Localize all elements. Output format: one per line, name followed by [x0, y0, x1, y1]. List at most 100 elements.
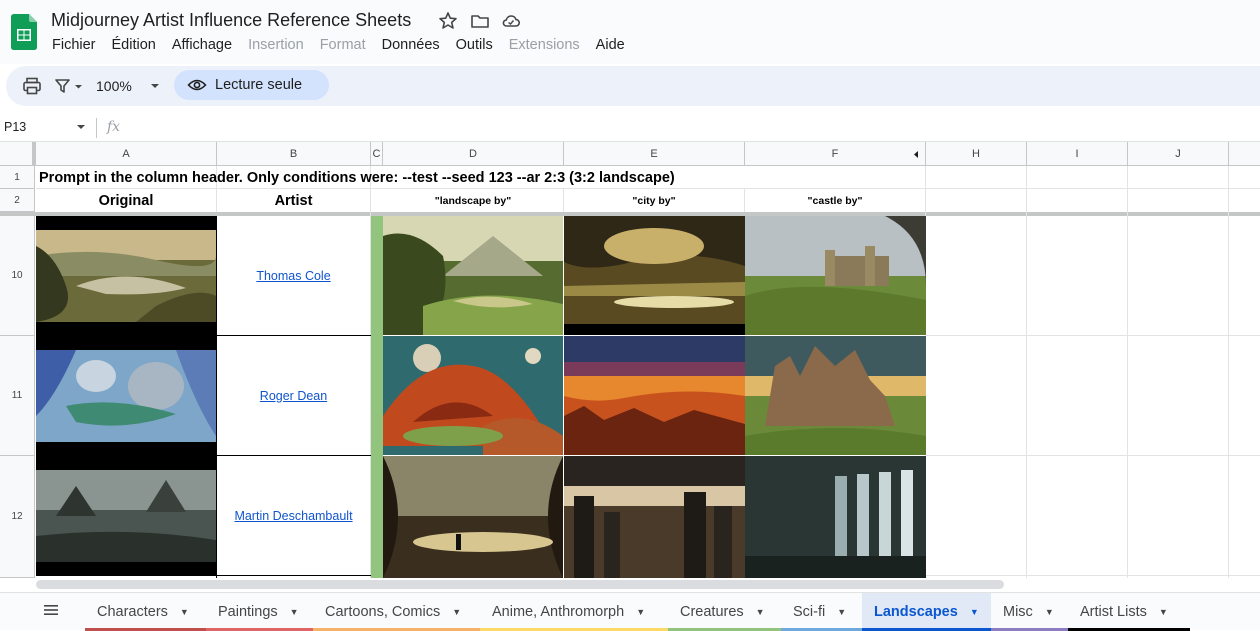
- chevron-down-icon[interactable]: ▼: [290, 607, 299, 617]
- chevron-down-icon: [150, 84, 159, 88]
- eye-icon: [187, 79, 207, 91]
- divider: [96, 118, 97, 138]
- castle-by-image[interactable]: [745, 336, 926, 455]
- header-original[interactable]: Original: [36, 189, 216, 212]
- column-header-f[interactable]: F: [745, 142, 926, 166]
- fx-icon: fx: [107, 119, 121, 135]
- column-header-k[interactable]: [1229, 142, 1260, 166]
- row-header-12[interactable]: 12: [0, 456, 35, 578]
- castle-by-image[interactable]: [745, 216, 926, 335]
- sheet-tab-label: Artist Lists: [1080, 604, 1147, 620]
- castle-by-image[interactable]: [745, 456, 926, 578]
- chevron-down-icon[interactable]: ▼: [452, 607, 461, 617]
- sheet-tab-sci-fi[interactable]: Sci-fi ▼: [781, 593, 862, 631]
- row-header-10[interactable]: 10: [0, 216, 35, 336]
- artist-cell: Martin Deschambault: [217, 456, 370, 575]
- header-castle-by[interactable]: "castle by": [745, 189, 925, 212]
- readonly-label: Lecture seule: [215, 77, 303, 93]
- column-header-c[interactable]: C: [371, 142, 383, 166]
- readonly-chip[interactable]: Lecture seule: [174, 70, 329, 100]
- spreadsheet-grid[interactable]: A B C D E F H I J 1 2 10 11 12 Prompt in…: [0, 142, 1260, 578]
- sheet-tab-paintings[interactable]: Paintings ▼: [206, 593, 313, 631]
- artist-link[interactable]: Martin Deschambault: [234, 509, 352, 523]
- zoom-select[interactable]: 100%: [96, 75, 162, 97]
- horizontal-scrollbar[interactable]: [36, 580, 1004, 589]
- header-artist[interactable]: Artist: [217, 189, 370, 212]
- cloud-saved-icon[interactable]: [501, 11, 521, 31]
- gridline: [926, 335, 1260, 336]
- original-artwork-image[interactable]: [36, 336, 216, 455]
- column-header-d[interactable]: D: [383, 142, 564, 166]
- sheet-tab-cartoons-comics[interactable]: Cartoons, Comics ▼: [313, 593, 480, 631]
- city-by-image[interactable]: [564, 216, 745, 335]
- cell-border: [36, 575, 371, 576]
- toolbar: 100% Lecture seule: [6, 66, 1260, 106]
- chevron-down-icon[interactable]: ▼: [970, 607, 979, 617]
- city-by-image[interactable]: [564, 336, 745, 455]
- sheet-tab-label: Paintings: [218, 604, 278, 620]
- menu-item-extensions[interactable]: Extensions: [509, 37, 580, 57]
- menu-item-format[interactable]: Format: [320, 37, 366, 57]
- document-title[interactable]: Midjourney Artist Influence Reference Sh…: [51, 10, 411, 31]
- sheet-tab-label: Anime, Anthromorph: [492, 604, 625, 620]
- row-header-2[interactable]: 2: [0, 189, 35, 212]
- name-box[interactable]: P13: [4, 120, 26, 134]
- column-header-b[interactable]: B: [217, 142, 371, 166]
- column-header-j[interactable]: J: [1128, 142, 1229, 166]
- formula-bar: P13 fx: [0, 114, 1260, 142]
- artist-cell: Roger Dean: [217, 336, 370, 455]
- column-header-h[interactable]: H: [926, 142, 1027, 166]
- menu-item-edition[interactable]: Édition: [112, 37, 156, 57]
- gridline: [1127, 166, 1128, 578]
- chevron-down-icon[interactable]: [76, 124, 86, 132]
- prompt-header-cell[interactable]: Prompt in the column header. Only condit…: [39, 166, 675, 189]
- sheet-tab-misc[interactable]: Misc ▼: [991, 593, 1068, 631]
- gridline: [926, 575, 1260, 576]
- artist-link[interactable]: Thomas Cole: [256, 269, 330, 283]
- original-artwork-image[interactable]: [36, 216, 216, 335]
- artist-link[interactable]: Roger Dean: [260, 389, 327, 403]
- sheet-tab-artist-lists[interactable]: Artist Lists ▼: [1068, 593, 1190, 631]
- chevron-down-icon[interactable]: ▼: [180, 607, 189, 617]
- chevron-down-icon[interactable]: ▼: [1159, 607, 1168, 617]
- sheets-logo-icon[interactable]: [11, 14, 37, 50]
- menu-item-donnees[interactable]: Données: [382, 37, 440, 57]
- sheet-tab-landscapes[interactable]: Landscapes ▼: [862, 593, 991, 631]
- menu-bar: Fichier Édition Affichage Insertion Format Do…: [52, 37, 641, 57]
- menu-item-outils[interactable]: Outils: [456, 37, 493, 57]
- sheet-tab-label: Sci-fi: [793, 604, 826, 620]
- row-header-11[interactable]: 11: [0, 336, 35, 456]
- print-icon[interactable]: [22, 76, 42, 96]
- column-header-e[interactable]: E: [564, 142, 745, 166]
- select-all-corner[interactable]: [0, 142, 35, 166]
- landscape-by-image[interactable]: [383, 456, 563, 578]
- sheet-tab-label: Creatures: [680, 604, 744, 620]
- sheet-tab-characters[interactable]: Characters ▼: [85, 593, 206, 631]
- folder-icon[interactable]: [470, 11, 490, 31]
- chevron-down-icon[interactable]: ▼: [636, 607, 645, 617]
- chevron-down-icon[interactable]: ▼: [837, 607, 846, 617]
- chevron-down-icon[interactable]: ▼: [756, 607, 765, 617]
- menu-item-aide[interactable]: Aide: [596, 37, 625, 57]
- landscape-by-image[interactable]: [383, 336, 563, 455]
- menu-item-insertion[interactable]: Insertion: [248, 37, 304, 57]
- menu-item-affichage[interactable]: Affichage: [172, 37, 232, 57]
- chevron-down-icon[interactable]: ▼: [1045, 607, 1054, 617]
- header-landscape-by[interactable]: "landscape by": [383, 189, 563, 212]
- landscape-by-image[interactable]: [383, 216, 563, 335]
- original-artwork-image[interactable]: [36, 456, 216, 575]
- column-header-i[interactable]: I: [1027, 142, 1128, 166]
- gridline: [1228, 166, 1229, 578]
- column-header-a[interactable]: A: [36, 142, 217, 166]
- row-header-1[interactable]: 1: [0, 166, 35, 189]
- filter-icon[interactable]: [54, 76, 88, 96]
- city-by-image[interactable]: [564, 456, 745, 578]
- all-sheets-menu-icon[interactable]: [42, 603, 60, 617]
- star-icon[interactable]: [438, 11, 458, 31]
- sheet-tab-anime-anthromorph[interactable]: Anime, Anthromorph ▼: [480, 593, 668, 631]
- sheet-tab-creatures[interactable]: Creatures ▼: [668, 593, 781, 631]
- zoom-value: 100%: [96, 78, 132, 94]
- menu-item-fichier[interactable]: Fichier: [52, 37, 96, 57]
- header-city-by[interactable]: "city by": [564, 189, 744, 212]
- sheet-tab-label: Misc: [1003, 604, 1033, 620]
